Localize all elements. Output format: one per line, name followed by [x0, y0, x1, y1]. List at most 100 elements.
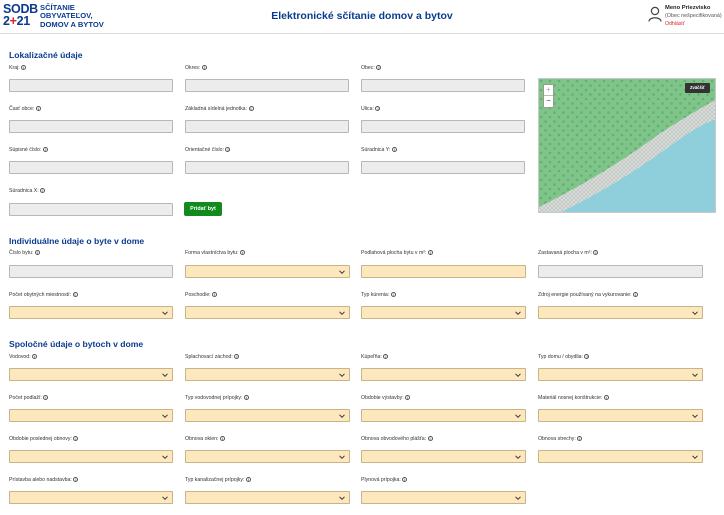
zdroj-energie-select[interactable] — [538, 306, 703, 319]
info-icon[interactable]: i — [21, 65, 27, 70]
vodovod-select[interactable] — [9, 368, 173, 381]
info-icon[interactable]: i — [72, 292, 78, 297]
forma-vlastnictva-select[interactable] — [185, 265, 350, 278]
suradnica-y-field[interactable] — [361, 161, 525, 174]
info-icon[interactable]: i — [35, 250, 41, 255]
label-text: Kraj: — [9, 65, 20, 71]
label-obdobie-obnovy: Obdobie poslednej obnovy: i — [9, 436, 79, 443]
info-icon[interactable]: i — [201, 65, 207, 70]
info-icon[interactable]: i — [593, 250, 599, 255]
info-icon[interactable]: i — [577, 436, 583, 441]
pocet-miestnosti-select[interactable] — [9, 306, 173, 319]
typ-domu-select[interactable] — [538, 368, 703, 381]
info-icon[interactable]: i — [40, 188, 46, 193]
info-icon[interactable]: i — [245, 477, 251, 482]
label-text: Typ domu / obydlia: — [538, 354, 583, 360]
okres-field[interactable] — [185, 79, 349, 92]
map-enlarge-button[interactable]: Zväčšiť — [684, 83, 710, 93]
info-icon[interactable]: i — [248, 106, 254, 111]
logout-link[interactable]: Odhlásiť — [665, 21, 685, 27]
chevron-down-icon — [515, 496, 521, 501]
suradnica-x-field[interactable] — [9, 203, 173, 216]
label-forma-vlastnictva: Forma vlastníctva bytu: i — [185, 250, 246, 257]
cislo-bytu-field[interactable] — [9, 265, 173, 278]
material-konstrukcie-select[interactable] — [538, 409, 703, 422]
pristavba-select[interactable] — [9, 491, 173, 504]
add-flat-button[interactable]: Pridať byt — [184, 202, 222, 216]
label-obec: Obec: i — [361, 65, 382, 72]
map-canvas — [539, 79, 715, 212]
obec-field[interactable] — [361, 79, 525, 92]
label-typ-kurenia: Typ kúrenia: i — [361, 292, 396, 299]
plynova-pripojka-select[interactable] — [361, 491, 526, 504]
info-icon[interactable]: i — [212, 292, 218, 297]
info-icon[interactable]: i — [402, 477, 408, 482]
label-typ-domu: Typ domu / obydlia: i — [538, 354, 590, 361]
pocet-podlazi-select[interactable] — [9, 409, 173, 422]
chevron-down-icon — [692, 373, 698, 378]
zoom-out-button[interactable]: − — [544, 96, 553, 107]
section-title-localization: Lokalizačné údaje — [9, 50, 83, 60]
label-cislo-bytu: Číslo bytu: i — [9, 250, 41, 257]
info-icon[interactable]: i — [243, 395, 249, 400]
info-icon[interactable]: i — [42, 147, 48, 152]
chevron-down-icon — [162, 414, 168, 419]
info-icon[interactable]: i — [240, 250, 246, 255]
info-icon[interactable]: i — [390, 292, 396, 297]
info-icon[interactable]: i — [383, 354, 389, 359]
info-icon[interactable]: i — [73, 477, 79, 482]
user-icon — [648, 6, 662, 22]
location-map[interactable]: + − Zväčšiť — [538, 78, 716, 213]
info-icon[interactable]: i — [375, 106, 381, 111]
info-icon[interactable]: i — [73, 436, 79, 441]
kupelna-select[interactable] — [361, 368, 526, 381]
user-organization: (Obec nešpecifikovaná) — [665, 13, 722, 19]
cast-obce-field[interactable] — [9, 120, 173, 133]
info-icon[interactable]: i — [43, 395, 49, 400]
info-icon[interactable]: i — [603, 395, 609, 400]
label-pocet-podlazi: Počet podlaží: i — [9, 395, 49, 402]
info-icon[interactable]: i — [405, 395, 411, 400]
label-text: Vodovod: — [9, 354, 31, 360]
label-text: Počet obytných miestností: — [9, 292, 71, 298]
label-text: Materiál nosnej konštrukcie: — [538, 395, 603, 401]
info-icon[interactable]: i — [32, 354, 38, 359]
supisne-cislo-field[interactable] — [9, 161, 173, 174]
zsj-field[interactable] — [185, 120, 349, 133]
obdobie-obnovy-select[interactable] — [9, 450, 173, 463]
info-icon[interactable]: i — [35, 106, 41, 111]
typ-kurenia-select[interactable] — [361, 306, 526, 319]
splachovaci-zachod-select[interactable] — [185, 368, 350, 381]
label-suradnica-x: Súradnica X: i — [9, 188, 46, 195]
info-icon[interactable]: i — [376, 65, 382, 70]
info-icon[interactable]: i — [632, 292, 638, 297]
ulica-field[interactable] — [361, 120, 525, 133]
label-text: Kúpeľňa: — [361, 354, 382, 360]
label-text: Prístavba alebo nadstavba: — [9, 477, 72, 483]
podlahova-plocha-field[interactable] — [361, 265, 526, 278]
obnova-strechy-select[interactable] — [538, 450, 703, 463]
chevron-down-icon — [162, 496, 168, 501]
info-icon[interactable]: i — [427, 436, 433, 441]
info-icon[interactable]: i — [219, 436, 225, 441]
typ-kanalizacnej-pripojky-select[interactable] — [185, 491, 350, 504]
poschodie-select[interactable] — [185, 306, 350, 319]
zoom-in-button[interactable]: + — [544, 85, 553, 96]
info-icon[interactable]: i — [427, 250, 433, 255]
label-obnova-okien: Obnova okien: i — [185, 436, 225, 443]
info-icon[interactable]: i — [225, 147, 231, 152]
typ-vodovodnej-pripojky-select[interactable] — [185, 409, 350, 422]
label-typ-kanalizacnej-pripojky: Typ kanalizačnej prípojky: i — [185, 477, 251, 484]
zastavana-plocha-field[interactable] — [538, 265, 703, 278]
chevron-down-icon — [339, 414, 345, 419]
info-icon[interactable]: i — [234, 354, 240, 359]
label-text: Typ kanalizačnej prípojky: — [185, 477, 245, 483]
chevron-down-icon — [339, 455, 345, 460]
kraj-field[interactable] — [9, 79, 173, 92]
obnova-plasta-select[interactable] — [361, 450, 526, 463]
obdobie-vystavby-select[interactable] — [361, 409, 526, 422]
info-icon[interactable]: i — [391, 147, 397, 152]
obnova-okien-select[interactable] — [185, 450, 350, 463]
orientacne-cislo-field[interactable] — [185, 161, 349, 174]
info-icon[interactable]: i — [584, 354, 590, 359]
